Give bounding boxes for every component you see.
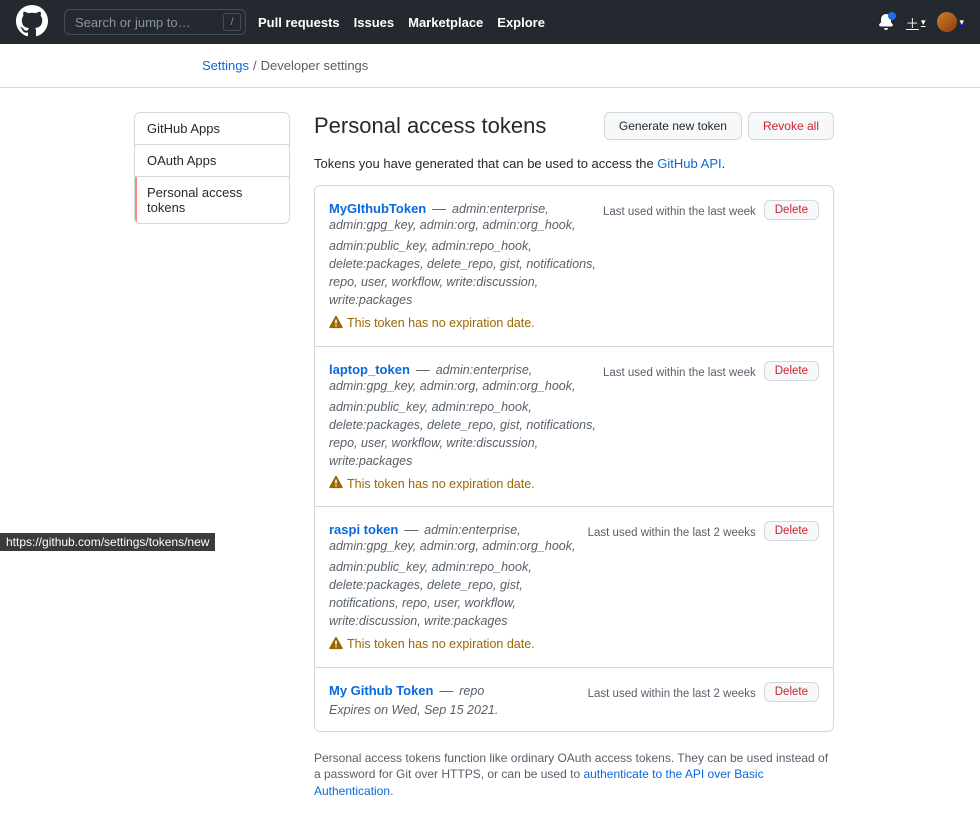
token-name-link[interactable]: My Github Token — [329, 683, 433, 698]
breadcrumb-settings-link[interactable]: Settings — [202, 58, 249, 73]
notification-indicator — [888, 12, 896, 20]
create-new-dropdown[interactable]: ＋▾ — [906, 13, 926, 32]
nav-pull-requests[interactable]: Pull requests — [258, 15, 340, 30]
sidenav-github-apps[interactable]: GitHub Apps — [135, 113, 289, 145]
page-header: Personal access tokens Generate new toke… — [314, 112, 834, 140]
nav-marketplace[interactable]: Marketplace — [408, 15, 483, 30]
token-dash: — — [430, 200, 448, 216]
revoke-all-button[interactable]: Revoke all — [748, 112, 834, 140]
intro-pre: Tokens you have generated that can be us… — [314, 156, 657, 171]
notifications-button[interactable] — [878, 14, 894, 30]
breadcrumb-current: Developer settings — [261, 58, 369, 73]
token-name-link[interactable]: MyGIthubToken — [329, 201, 426, 216]
github-logo[interactable] — [16, 5, 48, 40]
token-expiration-warning: This token has no expiration date. — [329, 636, 582, 653]
primary-nav: Pull requests Issues Marketplace Explore — [258, 15, 545, 30]
token-scopes-rest: admin:public_key, admin:repo_hook, delet… — [329, 237, 597, 310]
generate-new-token-button[interactable]: Generate new token — [604, 112, 742, 140]
token-name-link[interactable]: raspi token — [329, 522, 398, 537]
token-expiration-warning: This token has no expiration date. — [329, 315, 597, 332]
token-last-used: Last used within the last week — [603, 361, 756, 385]
footer-note: Personal access tokens function like ord… — [314, 750, 834, 800]
breadcrumb-separator: / — [253, 58, 257, 73]
intro-text: Tokens you have generated that can be us… — [314, 156, 834, 171]
nav-explore[interactable]: Explore — [497, 15, 545, 30]
token-dash: — — [437, 682, 455, 698]
global-header: / Pull requests Issues Marketplace Explo… — [0, 0, 980, 44]
sidenav-personal-access-tokens[interactable]: Personal access tokens — [135, 177, 289, 223]
alert-icon — [329, 475, 343, 492]
token-row: laptop_token — admin:enterprise, admin:g… — [315, 347, 833, 508]
alert-icon — [329, 315, 343, 332]
sidenav-oauth-apps[interactable]: OAuth Apps — [135, 145, 289, 177]
global-search: / — [64, 9, 246, 35]
github-api-link[interactable]: GitHub API — [657, 156, 721, 171]
token-last-used: Last used within the last week — [603, 200, 756, 224]
token-name-link[interactable]: laptop_token — [329, 362, 410, 377]
token-row: MyGIthubToken — admin:enterprise, admin:… — [315, 186, 833, 347]
delete-token-button[interactable]: Delete — [764, 361, 819, 381]
caret-down-icon: ▾ — [959, 17, 964, 28]
token-scopes-rest: admin:public_key, admin:repo_hook, delet… — [329, 398, 597, 471]
developer-settings-sidenav: GitHub Apps OAuth Apps Personal access t… — [134, 112, 290, 224]
token-scopes-rest: admin:public_key, admin:repo_hook, delet… — [329, 558, 582, 631]
main-content: Personal access tokens Generate new toke… — [314, 112, 834, 800]
token-expiration-warning: This token has no expiration date. — [329, 475, 597, 492]
user-menu[interactable]: ▾ — [937, 12, 964, 32]
browser-status-url: https://github.com/settings/tokens/new — [0, 533, 215, 551]
token-row: raspi token — admin:enterprise, admin:gp… — [315, 507, 833, 668]
token-dash: — — [414, 361, 432, 377]
search-slash-hint: / — [223, 13, 241, 31]
caret-down-icon: ▾ — [921, 17, 926, 28]
plus-icon: ＋ — [906, 13, 919, 32]
delete-token-button[interactable]: Delete — [764, 200, 819, 220]
nav-issues[interactable]: Issues — [354, 15, 394, 30]
token-dash: — — [402, 521, 420, 537]
token-last-used: Last used within the last 2 weeks — [588, 682, 756, 706]
header-right: ＋▾ ▾ — [878, 12, 964, 32]
search-input[interactable] — [64, 9, 246, 35]
token-row: My Github Token — repo Expires on Wed, S… — [315, 668, 833, 731]
delete-token-button[interactable]: Delete — [764, 521, 819, 541]
alert-icon — [329, 636, 343, 653]
token-scopes-head: repo — [459, 684, 484, 698]
avatar — [937, 12, 957, 32]
page-title: Personal access tokens — [314, 113, 604, 139]
token-list: MyGIthubToken — admin:enterprise, admin:… — [314, 185, 834, 732]
token-last-used: Last used within the last 2 weeks — [588, 521, 756, 545]
breadcrumb-bar: Settings / Developer settings — [0, 44, 980, 88]
footer-post: . — [390, 784, 393, 798]
token-expires: Expires on Wed, Sep 15 2021. — [329, 703, 582, 717]
intro-post: . — [722, 156, 726, 171]
delete-token-button[interactable]: Delete — [764, 682, 819, 702]
